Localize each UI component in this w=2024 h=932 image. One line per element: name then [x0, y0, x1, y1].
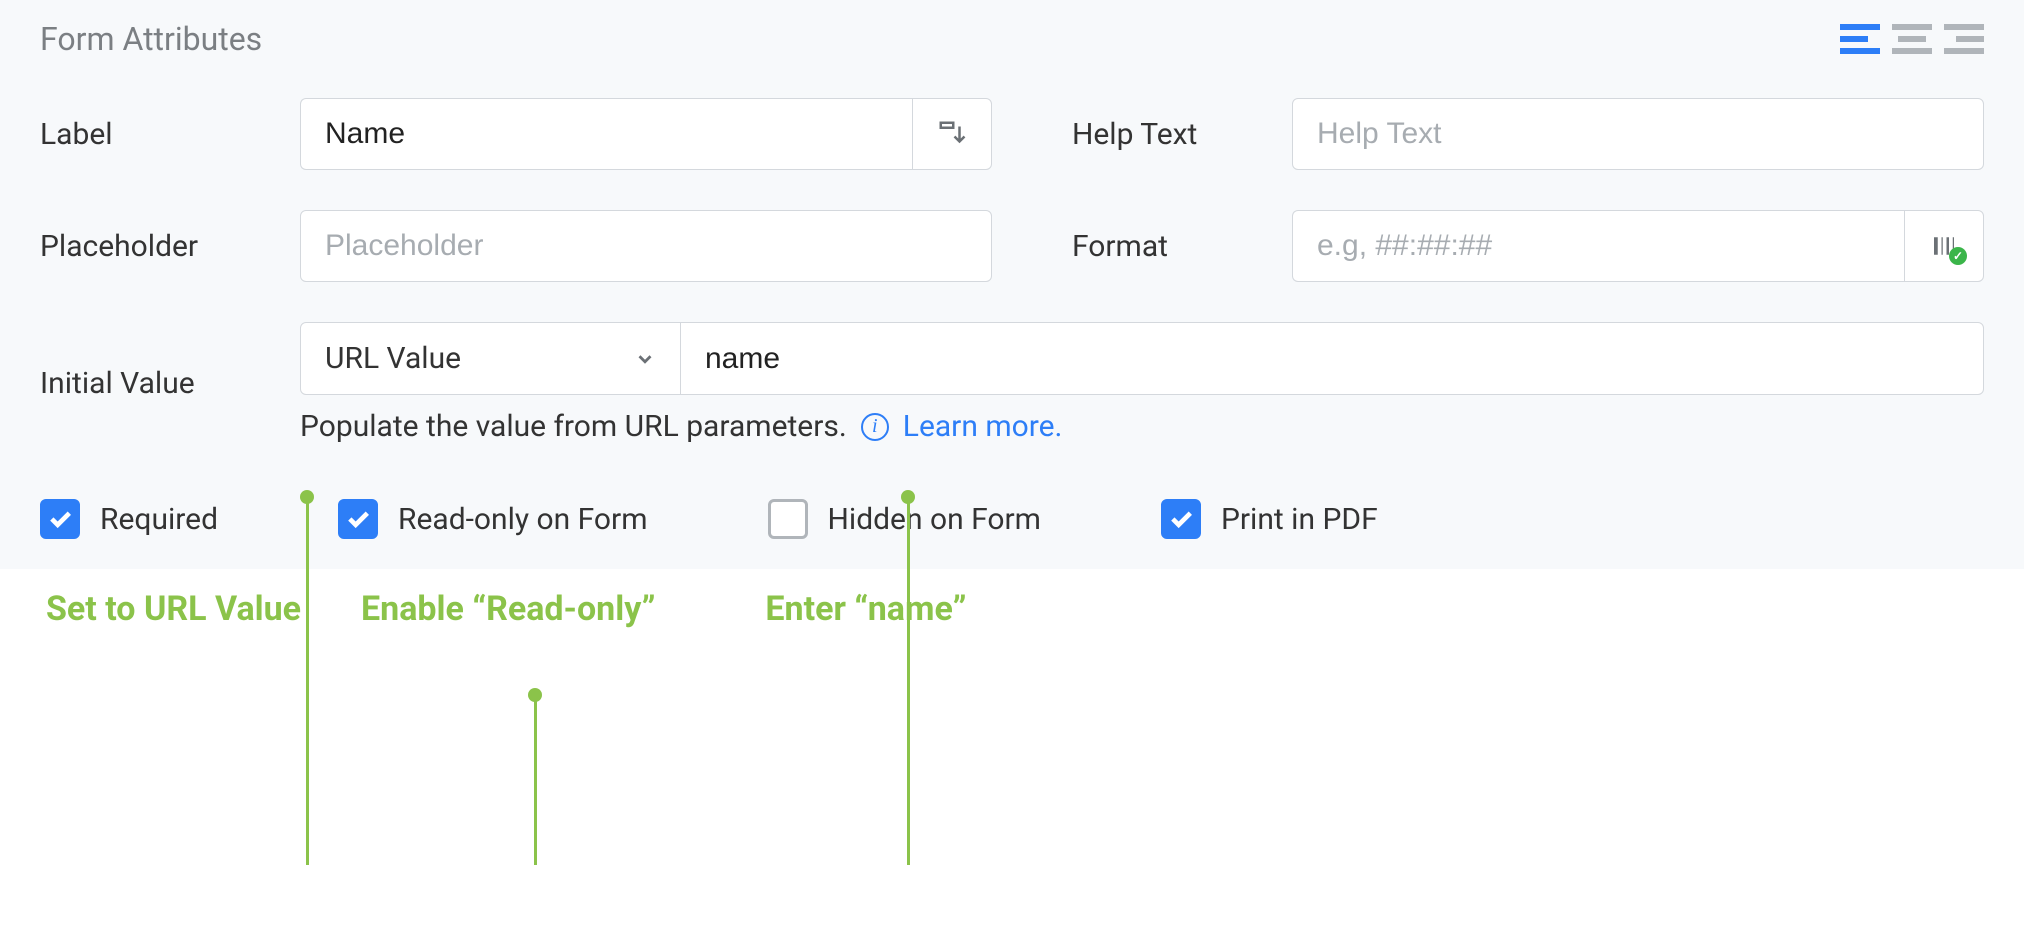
- section-title: Form Attributes: [40, 20, 262, 58]
- align-center-icon[interactable]: [1892, 24, 1932, 54]
- placeholder-input[interactable]: [300, 210, 992, 282]
- format-label: Format: [1072, 229, 1292, 264]
- alignment-toolbar: [1840, 24, 1984, 54]
- hidden-label: Hidden on Form: [828, 502, 1041, 537]
- placeholder-label: Placeholder: [40, 229, 300, 264]
- hint-text: Populate the value from URL parameters.: [300, 409, 847, 444]
- annotation-captions: Set to URL Value Enable “Read-only” Ente…: [0, 569, 2024, 649]
- panel-header: Form Attributes: [40, 20, 1984, 58]
- copy-down-icon: [937, 119, 967, 149]
- readonly-checkbox[interactable]: Read-only on Form: [338, 499, 648, 539]
- checkbox-row: Required Read-only on Form Hidden on For…: [40, 499, 1984, 539]
- initial-value-group: URL Value: [300, 322, 1984, 395]
- align-right-icon[interactable]: [1944, 24, 1984, 54]
- readonly-label: Read-only on Form: [398, 502, 648, 537]
- format-barcode-button[interactable]: ✓: [1904, 210, 1984, 282]
- align-left-icon[interactable]: [1840, 24, 1880, 54]
- initial-value-label: Initial Value: [40, 366, 300, 401]
- annotation-line: [534, 695, 537, 865]
- help-text-label: Help Text: [1072, 117, 1292, 152]
- annotation-name: Enter “name”: [765, 589, 966, 629]
- print-pdf-label: Print in PDF: [1221, 502, 1378, 537]
- initial-value-hint: Populate the value from URL parameters. …: [300, 409, 1984, 444]
- chevron-down-icon: [634, 348, 656, 370]
- required-label: Required: [100, 502, 218, 537]
- initial-value-type-text: URL Value: [325, 341, 461, 376]
- learn-more-link[interactable]: Learn more.: [903, 409, 1063, 444]
- checkbox-box: [338, 499, 378, 539]
- annotation-readonly: Enable “Read-only”: [361, 589, 655, 629]
- required-checkbox[interactable]: Required: [40, 499, 218, 539]
- checkbox-box: [1161, 499, 1201, 539]
- form-grid: Label Help Text Placeholder Format: [40, 98, 1984, 444]
- info-icon: i: [861, 413, 889, 441]
- check-badge-icon: ✓: [1949, 247, 1967, 265]
- initial-value-param-input[interactable]: [681, 323, 1983, 394]
- initial-value-type-select[interactable]: URL Value: [301, 323, 681, 394]
- annotation-dot: [528, 688, 542, 702]
- checkbox-box: [768, 499, 808, 539]
- label-copy-down-button[interactable]: [912, 98, 992, 170]
- label-label: Label: [40, 117, 300, 152]
- format-input[interactable]: [1292, 210, 1904, 282]
- help-text-input[interactable]: [1292, 98, 1984, 170]
- label-input-group: [300, 98, 992, 170]
- annotation-url-value: Set to URL Value: [46, 589, 301, 629]
- print-pdf-checkbox[interactable]: Print in PDF: [1161, 499, 1378, 539]
- form-attributes-panel: Form Attributes Label: [0, 0, 2024, 569]
- checkbox-box: [40, 499, 80, 539]
- hidden-checkbox[interactable]: Hidden on Form: [768, 499, 1041, 539]
- label-input[interactable]: [300, 98, 912, 170]
